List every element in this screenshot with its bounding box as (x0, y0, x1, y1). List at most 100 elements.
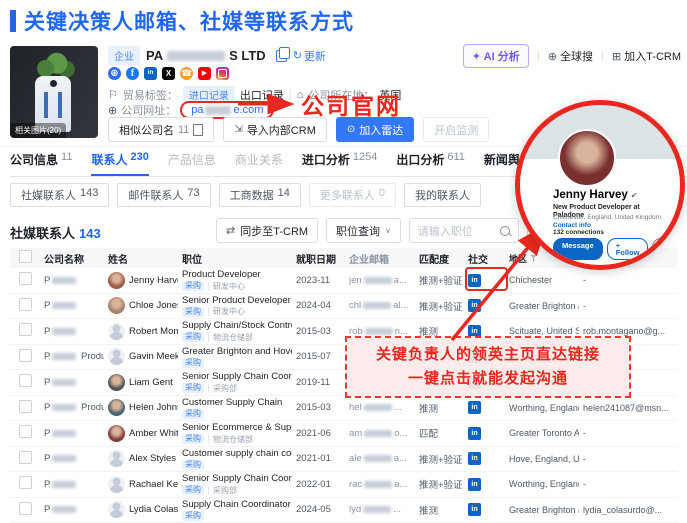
cell-region: Greater Brighton a... (505, 505, 579, 515)
profile-avatar (558, 129, 616, 187)
cell-hire-date: 2021-01 (292, 453, 345, 464)
instagram-icon[interactable] (216, 67, 229, 80)
redacted-email (365, 328, 393, 335)
tab-1-联系人[interactable]: 联系人230 (91, 151, 148, 176)
cell-company: P (40, 300, 104, 311)
redacted-email (363, 506, 391, 513)
row-checkbox[interactable] (19, 323, 32, 336)
tab-5-出口分析[interactable]: 出口分析611 (396, 151, 465, 176)
join-tcrm-button[interactable]: ⊞加入T-CRM (612, 48, 681, 64)
import-crm-button[interactable]: ⇲导入内部CRM (223, 117, 326, 142)
chip-3-更多联系人[interactable]: 更多联系人0 (309, 183, 396, 207)
copy-icon[interactable] (276, 50, 287, 62)
profile-location: Chichester, England, United Kingdom · Co… (553, 214, 671, 230)
linkedin-icon[interactable]: in (468, 452, 481, 465)
cell-name: Gavin Meeks (104, 348, 178, 365)
cell-company: P Produc... (40, 402, 104, 413)
table-row[interactable]: P Lydia Colasurdo Supply Chain Coordinat… (10, 498, 677, 523)
tab-4-进口分析[interactable]: 进口分析1254 (302, 151, 378, 176)
linkedin-icon[interactable]: in (468, 503, 481, 516)
linkedin-annotation-box: 关键负责人的领英主页直达链接 一键点击就能发起沟通 (345, 336, 631, 398)
cell-extra-email: lydia_colasurdo@... (579, 505, 677, 515)
follow-button[interactable]: + Follow (607, 238, 649, 260)
cell-hire-date: 2021-06 (292, 428, 345, 439)
row-checkbox[interactable] (19, 298, 32, 311)
add-radar-button[interactable]: ⊙加入雷达 (336, 117, 414, 142)
chip-0-社媒联系人[interactable]: 社媒联系人143 (10, 183, 109, 207)
tab-3-商业关系[interactable]: 商业关系 (235, 151, 283, 176)
cell-name: Alex Styles (104, 450, 178, 467)
youtube-icon[interactable]: ▶ (198, 67, 211, 80)
title-accent-bar (10, 10, 16, 32)
tab-0-公司信息[interactable]: 公司信息11 (10, 151, 72, 176)
avatar (108, 399, 125, 416)
table-row[interactable]: P Rachael Kelly Senior Supply Chain Coor… (10, 472, 677, 498)
company-social-icons: ⊕ fin X ☎ ▶ (108, 67, 229, 80)
avatar (108, 323, 125, 340)
redacted-company (52, 481, 76, 488)
row-checkbox[interactable] (19, 476, 32, 489)
similar-company-button[interactable]: 相似公司名11 (108, 117, 214, 142)
linkedin-icon[interactable]: in (468, 299, 481, 312)
contact-filter-chips: 社媒联系人143 邮件联系人73 工商数据14 更多联系人0 我的联系人 (10, 183, 481, 207)
table-row[interactable]: P Alex Styles Customer supply chain coor… (10, 447, 677, 473)
job-query-select[interactable]: 职位查询∨ (326, 218, 401, 243)
photo-droid-detail (39, 92, 67, 118)
row-checkbox[interactable] (19, 374, 32, 387)
facebook-icon[interactable]: f (126, 67, 139, 80)
table-row[interactable]: P Amber Whitty Senior Ecommerce & Supply… (10, 421, 677, 447)
company-name: PAS LTD (146, 48, 266, 63)
x-icon[interactable]: X (162, 67, 175, 80)
table-row[interactable]: P Jenny Harvey Product Developer 采购研发中心 … (10, 268, 677, 294)
cell-position: Greater Brighton and Hove Area 采购 (178, 346, 292, 368)
more-button[interactable]: More (652, 238, 685, 260)
cell-email: raca... (345, 479, 415, 490)
page-icon (193, 124, 203, 136)
company-photo[interactable]: 相关图片(20) (10, 46, 98, 138)
linkedin-icon[interactable]: in (144, 67, 157, 80)
cell-extra-email: - (579, 479, 677, 489)
linkedin-icon[interactable]: in (468, 401, 481, 414)
cell-position: Supply Chain/Stock Control 采购物流仓储部 (178, 320, 292, 342)
table-row[interactable]: P Chloe Jones Senior Product Developer 采… (10, 294, 677, 320)
chip-4-我的联系人[interactable]: 我的联系人 (404, 183, 481, 207)
linkedin-icon[interactable]: in (468, 478, 481, 491)
buyer-tag: 采购 (182, 460, 204, 470)
cell-match: 推测 (415, 503, 464, 517)
cell-region: Greater Brighton a... (505, 301, 579, 311)
table-row[interactable]: P Produc... Helen Johnstone Customer Sup… (10, 396, 677, 422)
cell-position: Senior Ecommerce & Supply Cha... 采购物流仓储部 (178, 422, 292, 444)
linkedin-icon[interactable]: in (468, 427, 481, 440)
refresh-button[interactable]: ↻ 更新 (293, 48, 326, 64)
row-checkbox[interactable] (19, 349, 32, 362)
chip-1-邮件联系人[interactable]: 邮件联系人73 (117, 183, 210, 207)
filter-icon[interactable] (530, 255, 537, 262)
row-checkbox[interactable] (19, 451, 32, 464)
cell-extra-email: - (579, 454, 677, 464)
dept-tag: 物流仓储部 (208, 435, 253, 444)
redacted-company-name (167, 51, 225, 61)
row-checkbox[interactable] (19, 502, 32, 515)
radar-icon: ⊙ (347, 124, 355, 135)
phone-icon[interactable]: ☎ (180, 67, 193, 80)
monitor-button[interactable]: 开启监测 (423, 117, 489, 142)
redacted-company (52, 277, 76, 284)
message-button[interactable]: Message (553, 238, 603, 260)
job-search-input[interactable]: 请输入职位 (409, 218, 519, 243)
row-checkbox[interactable] (19, 272, 32, 285)
ai-analysis-button[interactable]: ✦ AI 分析 (463, 44, 529, 68)
global-search-button[interactable]: ⊕全球搜 (548, 48, 593, 64)
sync-tcrm-button[interactable]: ⇄同步至T-CRM (216, 218, 318, 243)
row-checkbox[interactable] (19, 400, 32, 413)
tab-2-产品信息[interactable]: 产品信息 (168, 151, 216, 176)
select-all-checkbox[interactable] (19, 250, 32, 263)
chevron-down-icon: ∨ (385, 226, 391, 235)
dept-tag: 研发中心 (208, 307, 245, 316)
cell-company: P (40, 377, 104, 388)
profile-name: Jenny Harvey✔ (553, 189, 638, 201)
contact-info-link[interactable]: Contact info (553, 222, 591, 229)
website-icon[interactable]: ⊕ (108, 67, 121, 80)
chip-2-工商数据[interactable]: 工商数据14 (219, 183, 301, 207)
row-checkbox[interactable] (19, 425, 32, 438)
enterprise-badge: 企业 (108, 46, 140, 65)
